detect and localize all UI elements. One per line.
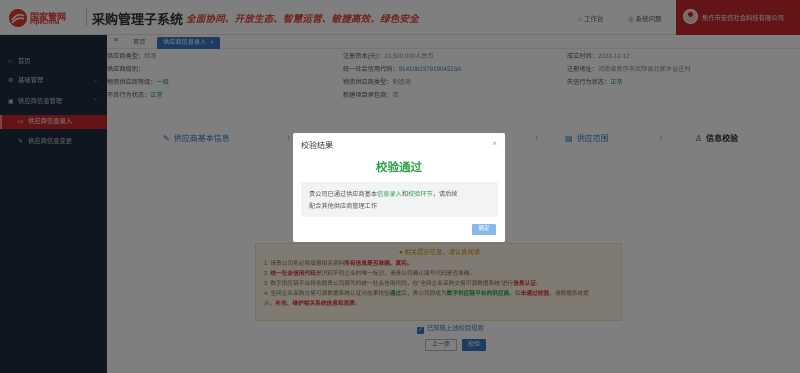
- message-text: ，请后续: [432, 191, 458, 198]
- dialog-message-line-2: 配合其他供应商管理工作: [309, 203, 378, 210]
- verify-passed-text: 校验通过: [376, 162, 422, 174]
- dialog-title: 校验结果: [301, 141, 333, 150]
- close-icon[interactable]: ×: [492, 139, 497, 148]
- message-emphasis: 信息录入: [377, 191, 402, 198]
- dialog-message-line-1: 贵公司已通过供应商基本信息录入和校验环节，请后续: [309, 189, 458, 198]
- confirm-button[interactable]: 确定: [472, 224, 496, 235]
- dialog-message-box: 贵公司已通过供应商基本信息录入和校验环节，请后续 配合其他供应商管理工作: [301, 182, 498, 217]
- message-emphasis: 校验环节: [408, 191, 433, 198]
- verify-result-dialog: 校验结果 × 校验通过 贵公司已通过供应商基本信息录入和校验环节，请后续 配合其…: [293, 133, 505, 242]
- message-text: 贵公司已通过供应商基本: [309, 191, 378, 198]
